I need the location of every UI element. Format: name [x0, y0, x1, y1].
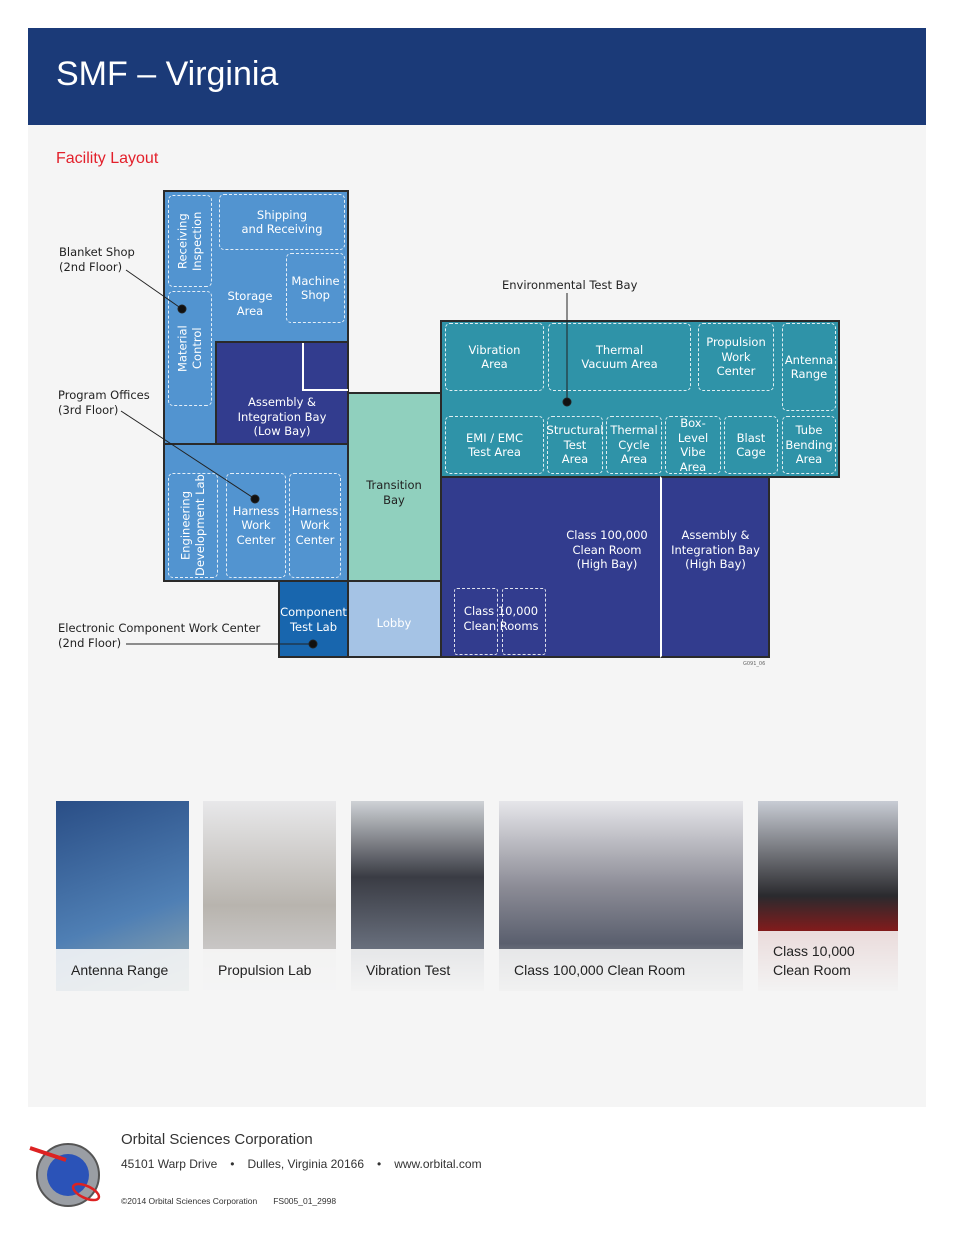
separator: •	[230, 1157, 235, 1171]
leader-lines	[120, 269, 572, 649]
orbital-logo-icon	[29, 1143, 101, 1207]
copyright: ©2014 Orbital Sciences Corporation	[121, 1196, 258, 1206]
leader-program-offices	[120, 410, 256, 500]
copyright-line: ©2014 Orbital Sciences Corporation FS005_…	[121, 1196, 336, 1206]
leader-blanket-shop	[125, 269, 183, 310]
street-address: 45101 Warp Drive	[121, 1157, 218, 1171]
separator: •	[377, 1157, 382, 1171]
photo-propulsion-lab: Propulsion Lab	[203, 801, 336, 991]
callout-program-offices: Program Offices (3rd Floor)	[58, 388, 150, 417]
photo-class-100000: Class 100,000 Clean Room	[499, 801, 743, 991]
callout-electronic: Electronic Component Work Center (2nd Fl…	[58, 621, 261, 650]
photo-vibration-test: Vibration Test	[351, 801, 484, 991]
photo-caption: Class 10,000 Clean Room	[758, 931, 898, 991]
callout-blanket-shop: Blanket Shop (2nd Floor)	[59, 245, 135, 274]
leader-dot	[308, 639, 318, 649]
leader-dot	[562, 397, 572, 407]
address-line: 45101 Warp Drive • Dulles, Virginia 20166 •…	[121, 1157, 482, 1171]
leader-dot	[177, 304, 187, 314]
company-name: Orbital Sciences Corporation	[121, 1131, 313, 1148]
website-link[interactable]: www.orbital.com	[394, 1157, 481, 1171]
city: Dulles, Virginia 20166	[247, 1157, 364, 1171]
photo-caption: Vibration Test	[351, 949, 484, 991]
photo-caption: Antenna Range	[56, 949, 189, 991]
photo-class-10000: Class 10,000 Clean Room	[758, 801, 898, 991]
leader-dot	[250, 494, 260, 504]
photo-antenna-range: Antenna Range	[56, 801, 189, 991]
photo-caption: Propulsion Lab	[203, 949, 336, 991]
callout-env-test-bay: Environmental Test Bay	[502, 278, 638, 292]
photo-caption: Class 100,000 Clean Room	[499, 949, 743, 991]
doc-id: FS005_01_2998	[273, 1196, 337, 1206]
